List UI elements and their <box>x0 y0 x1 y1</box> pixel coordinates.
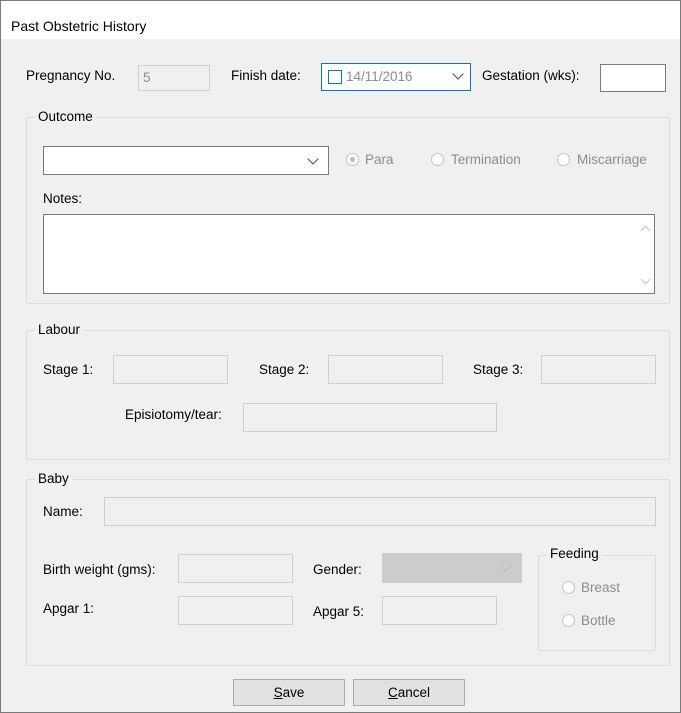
pregnancy-no-field: 5 <box>138 65 210 91</box>
chevron-down-icon[interactable] <box>500 560 512 572</box>
gender-select[interactable] <box>382 553 522 583</box>
labour-group <box>26 330 670 460</box>
notes-label: Notes: <box>43 191 83 206</box>
stage2-input[interactable] <box>328 355 443 384</box>
stage3-input[interactable] <box>541 355 656 384</box>
apgar1-input[interactable] <box>178 596 293 625</box>
miscarriage-radio[interactable] <box>557 153 570 166</box>
save-accesskey: S <box>273 685 283 700</box>
title-bar: Past Obstetric History <box>1 1 680 39</box>
pregnancy-no-value: 5 <box>143 70 151 85</box>
episiotomy-label: Episiotomy/tear: <box>125 407 222 422</box>
finish-date-picker[interactable]: 14/11/2016 <box>321 63 471 91</box>
stage1-input[interactable] <box>113 355 228 384</box>
breast-label: Breast <box>581 580 621 595</box>
gender-label: Gender: <box>313 562 362 577</box>
stage2-label: Stage 2: <box>259 362 310 377</box>
feeding-group <box>538 555 656 651</box>
finish-date-label: Finish date: <box>231 68 301 83</box>
gestation-label: Gestation (wks): <box>482 68 580 83</box>
para-radio[interactable] <box>346 153 359 166</box>
scroll-up-icon[interactable] <box>640 225 651 236</box>
stage1-label: Stage 1: <box>43 362 94 377</box>
outcome-legend: Outcome <box>35 109 96 124</box>
finish-date-checkbox[interactable] <box>328 70 342 84</box>
notes-textarea[interactable] <box>43 214 655 294</box>
birth-weight-input[interactable] <box>178 554 293 583</box>
cancel-button[interactable]: Cancel <box>353 679 465 706</box>
birth-weight-label: Birth weight (gms): <box>43 562 156 577</box>
baby-name-input[interactable] <box>104 497 656 526</box>
dialog-window: Past Obstetric History Pregnancy No. 5 F… <box>0 0 681 713</box>
episiotomy-input[interactable] <box>243 403 497 432</box>
labour-legend: Labour <box>35 322 84 337</box>
cancel-accesskey: C <box>387 685 398 700</box>
baby-legend: Baby <box>35 471 72 486</box>
breast-radio[interactable] <box>562 581 575 594</box>
chevron-down-icon[interactable] <box>307 153 319 165</box>
termination-label: Termination <box>451 152 521 167</box>
gestation-input[interactable] <box>600 64 666 92</box>
baby-name-label: Name: <box>43 504 83 519</box>
termination-radio[interactable] <box>431 153 444 166</box>
outcome-select[interactable] <box>43 146 329 175</box>
chevron-down-icon[interactable] <box>452 68 464 80</box>
apgar5-label: Apgar 5: <box>313 604 365 619</box>
para-label: Para <box>365 152 394 167</box>
save-button[interactable]: Save <box>233 679 345 706</box>
feeding-legend: Feeding <box>547 546 602 561</box>
save-label: ave <box>282 685 305 700</box>
finish-date-value: 14/11/2016 <box>346 69 413 84</box>
bottle-radio[interactable] <box>562 614 575 627</box>
pregnancy-no-label: Pregnancy No. <box>26 68 116 83</box>
scroll-down-icon[interactable] <box>640 274 651 285</box>
cancel-label: ancel <box>397 685 431 700</box>
apgar1-label: Apgar 1: <box>43 601 95 616</box>
notes-scrollbar[interactable] <box>637 215 654 293</box>
apgar5-input[interactable] <box>382 596 497 625</box>
miscarriage-label: Miscarriage <box>577 152 647 167</box>
bottle-label: Bottle <box>581 613 616 628</box>
stage3-label: Stage 3: <box>473 362 524 377</box>
window-title: Past Obstetric History <box>11 18 147 34</box>
